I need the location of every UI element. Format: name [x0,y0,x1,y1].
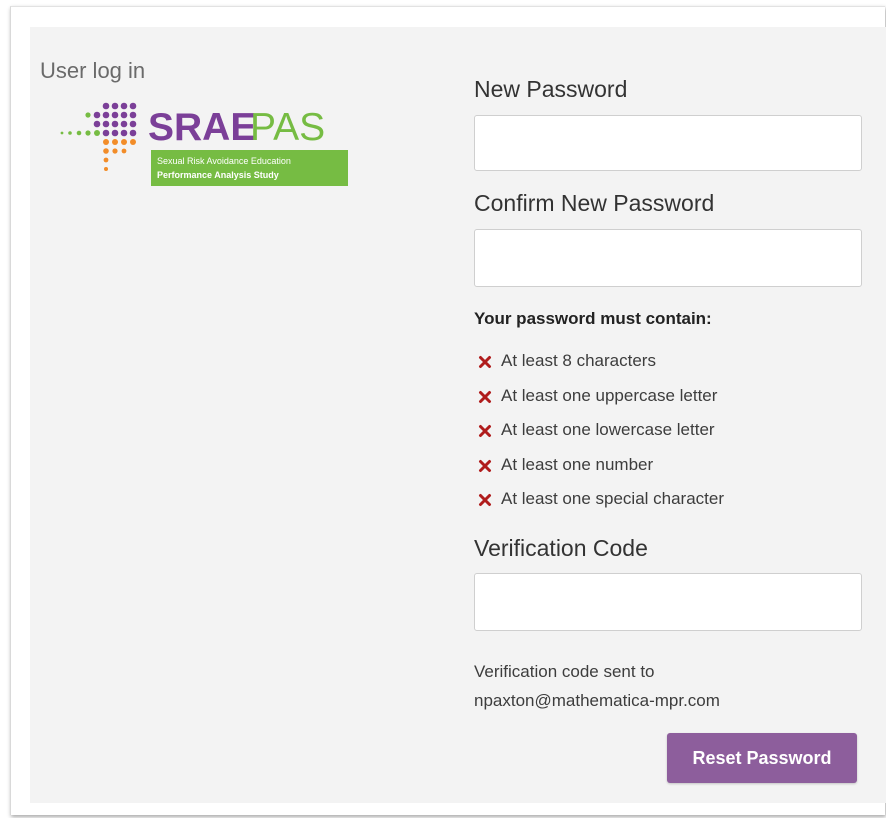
logo-tagline-2: Performance Analysis Study [157,170,279,180]
requirement-text: At least one lowercase letter [501,420,715,439]
sraepas-logo: SRAE PAS Sexual Risk Avoidance Education… [60,102,348,186]
section-title: User log in [40,58,146,83]
requirement-item: At least one uppercase letter [478,386,724,421]
confirm-password-input[interactable] [474,229,862,287]
verification-code-label: Verification Code [474,535,648,561]
verification-code-note: Verification code sent to npaxton@mathem… [474,657,720,715]
requirement-item: At least one lowercase letter [478,420,724,455]
confirm-password-label: Confirm New Password [474,190,715,216]
verification-code-note-line1: Verification code sent to [474,662,655,681]
logo-wordmark-light: PAS [250,106,325,149]
logo-wordmark-bold: SRAE [148,106,256,149]
verification-code-input[interactable] [474,573,862,631]
verification-email: npaxton@mathematica-mpr.com [474,691,720,710]
logo-tagline-1: Sexual Risk Avoidance Education [157,156,291,166]
requirement-text: At least one special character [501,489,725,508]
requirement-text: At least one number [501,454,654,474]
password-requirements-heading: Your password must contain: [474,309,712,328]
requirement-text: At least one uppercase letter [501,385,718,405]
requirement-item: At least one number [478,455,724,490]
requirement-text: At least 8 characters [501,351,656,370]
reset-password-button[interactable]: Reset Password [667,733,857,783]
x-mark-icon [479,459,491,472]
x-mark-icon [479,390,491,403]
requirement-item: At least one special character [478,489,724,524]
x-mark-icon [479,356,491,368]
password-requirements-list: At least 8 characters At least one upperc… [478,351,724,524]
new-password-input[interactable] [474,115,862,171]
new-password-label: New Password [474,76,628,102]
x-mark-icon [479,494,491,506]
x-mark-icon [479,425,491,437]
requirement-item: At least 8 characters [478,351,724,386]
